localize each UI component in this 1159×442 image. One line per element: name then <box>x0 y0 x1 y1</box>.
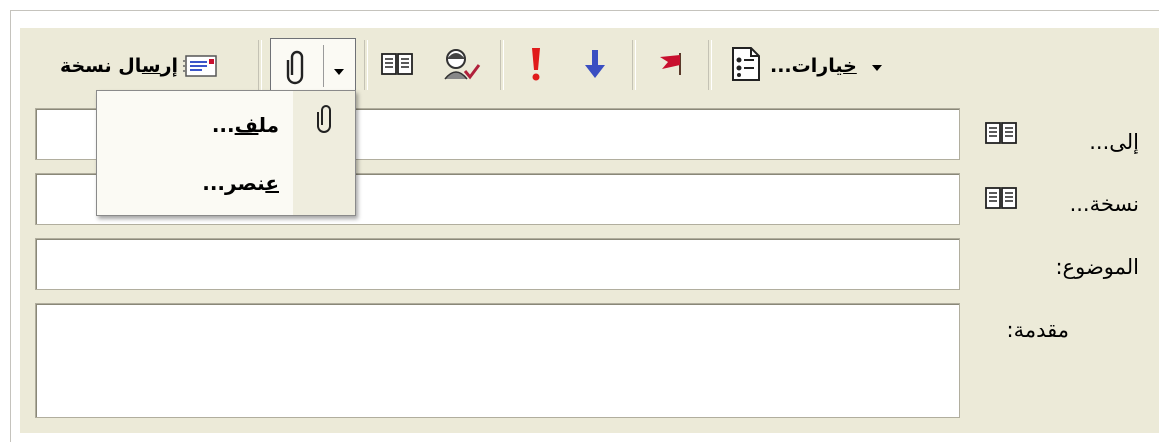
exclamation-icon <box>529 46 543 86</box>
options-icon-button[interactable] <box>724 46 768 86</box>
attach-dropdown-menu: ملف... عنصر... <box>96 90 356 216</box>
menu-item-item[interactable]: عنصر... <box>97 159 293 207</box>
check-names-button[interactable] <box>436 44 486 88</box>
address-book-icon <box>380 51 414 81</box>
options-button[interactable]: خيارات... <box>770 44 920 88</box>
options-dropdown-arrow-icon <box>871 57 883 76</box>
subject-label: الموضوع: <box>1055 255 1139 279</box>
toolbar-separator <box>500 40 504 90</box>
attach-button[interactable] <box>270 38 356 94</box>
menu-item-item-label: عنصر... <box>202 171 279 195</box>
menu-item-file-label: ملف... <box>211 113 279 137</box>
paperclip-icon <box>315 103 337 137</box>
options-icon <box>729 46 763 86</box>
introduction-field[interactable] <box>35 303 960 418</box>
cc-label[interactable]: نسخة... <box>1070 192 1139 216</box>
split-divider <box>323 45 324 87</box>
send-copy-button[interactable]: إرسال نسخة <box>40 44 238 88</box>
to-address-book-icon[interactable] <box>982 118 1020 148</box>
flag-icon <box>656 51 684 81</box>
paperclip-icon <box>283 49 311 89</box>
subject-field[interactable] <box>35 238 960 290</box>
toolbar-separator <box>632 40 636 90</box>
menu-item-file[interactable]: ملف... <box>97 101 293 149</box>
toolbar-separator <box>364 40 368 90</box>
toolbar-separator <box>708 40 712 90</box>
introduction-label: مقدمة: <box>1006 318 1069 342</box>
dropdown-arrow-icon[interactable] <box>333 61 345 80</box>
options-label: خيارات... <box>770 55 857 77</box>
flag-button[interactable] <box>650 46 690 86</box>
send-copy-label: إرسال نسخة <box>59 55 179 77</box>
low-importance-button[interactable] <box>576 44 614 88</box>
cc-address-book-icon[interactable] <box>982 183 1020 213</box>
envelope-icon <box>182 53 218 79</box>
down-arrow-icon <box>584 48 606 84</box>
high-importance-button[interactable] <box>518 44 554 88</box>
address-book-button[interactable] <box>376 48 418 84</box>
to-label[interactable]: إلى... <box>1089 130 1139 154</box>
check-names-icon <box>439 45 483 87</box>
toolbar-separator <box>258 40 262 90</box>
